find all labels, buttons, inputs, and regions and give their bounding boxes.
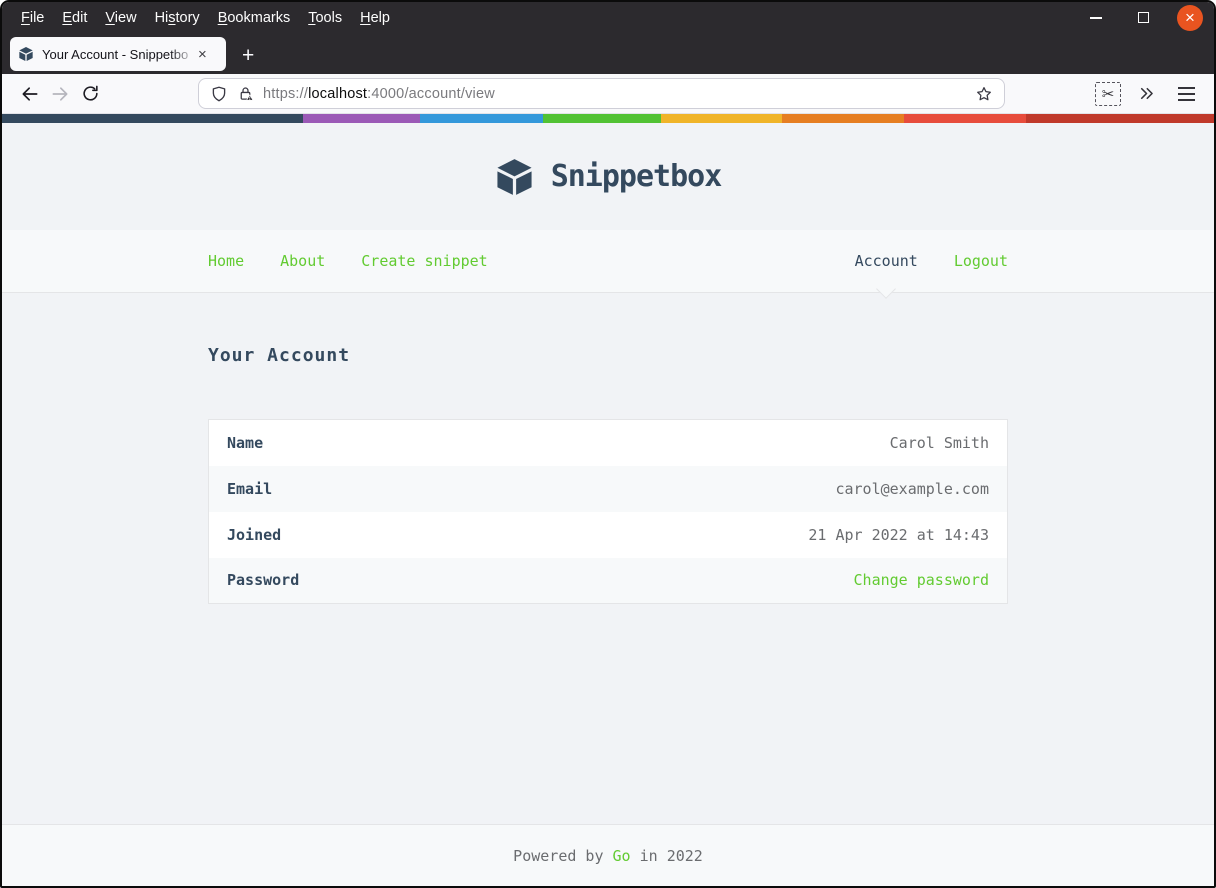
site-footer: Powered by Go in 2022 bbox=[2, 824, 1214, 886]
back-icon bbox=[22, 86, 38, 101]
close-icon: × bbox=[1185, 8, 1195, 27]
minimize-button[interactable] bbox=[1083, 5, 1109, 31]
table-row-joined: Joined 21 Apr 2022 at 14:43 bbox=[209, 512, 1008, 558]
menu-history[interactable]: History bbox=[146, 7, 209, 29]
screenshot-extension-button[interactable]: ✂ bbox=[1095, 81, 1121, 106]
rainbow-segment bbox=[419, 114, 544, 123]
navigation-toolbar: https://localhost:4000/account/view ✂ bbox=[2, 74, 1214, 114]
menu-edit[interactable]: Edit bbox=[53, 7, 96, 29]
window-controls: × bbox=[1083, 4, 1214, 31]
star-icon bbox=[977, 86, 991, 100]
maximize-button[interactable] bbox=[1130, 5, 1156, 31]
site-nav: Home About Create snippet Account Logout bbox=[2, 230, 1214, 293]
menubar: File Edit View History Bookmarks Tools H… bbox=[2, 2, 1214, 33]
row-label: Password bbox=[227, 571, 300, 590]
bookmark-star-button[interactable] bbox=[975, 85, 993, 103]
row-value: 21 Apr 2022 at 14:43 bbox=[808, 525, 989, 544]
snippetbox-logo-icon bbox=[497, 158, 532, 195]
table-row-email: Email carol@example.com bbox=[208, 465, 1008, 512]
menu-help[interactable]: Help bbox=[351, 7, 399, 29]
rainbow-segment bbox=[1025, 114, 1214, 123]
nav-link-account[interactable]: Account bbox=[855, 252, 918, 270]
rainbow-segment bbox=[660, 114, 783, 123]
tab-close-icon[interactable]: × bbox=[198, 47, 207, 62]
insecure-lock-icon[interactable] bbox=[237, 85, 254, 102]
nav-link-create-snippet[interactable]: Create snippet bbox=[361, 252, 487, 270]
rainbow-segment bbox=[904, 114, 1026, 123]
rainbow-segment bbox=[303, 114, 420, 123]
toolbar-right-cluster: ✂ bbox=[1095, 79, 1201, 109]
page-title: Your Account bbox=[208, 345, 351, 366]
minimize-icon bbox=[1090, 16, 1102, 19]
back-button[interactable] bbox=[15, 79, 45, 109]
tracking-shield-icon[interactable] bbox=[210, 85, 228, 103]
double-chevron-icon bbox=[1140, 87, 1153, 100]
nav-link-about[interactable]: About bbox=[280, 252, 325, 270]
rainbow-segment bbox=[543, 114, 661, 123]
url-text: https://localhost:4000/account/view bbox=[263, 85, 495, 102]
hamburger-icon bbox=[1177, 86, 1195, 101]
row-label: Name bbox=[227, 433, 264, 452]
change-password-link[interactable]: Change password bbox=[854, 571, 989, 589]
reload-icon bbox=[82, 85, 98, 101]
scissors-icon: ✂ bbox=[1101, 85, 1115, 103]
tab-title: Your Account - Snippetbo bbox=[42, 45, 196, 63]
menu-bookmarks[interactable]: Bookmarks bbox=[209, 7, 300, 29]
tab-your-account[interactable]: Your Account - Snippetbo × bbox=[10, 37, 226, 71]
main-content: Your Account Name Carol Smith Email caro… bbox=[208, 293, 1008, 824]
app-menu-button[interactable] bbox=[1171, 79, 1201, 109]
overflow-menu-button[interactable] bbox=[1131, 79, 1161, 109]
tab-bar: Your Account - Snippetbo × + bbox=[2, 33, 1214, 74]
reload-button[interactable] bbox=[75, 79, 105, 109]
menu-view[interactable]: View bbox=[96, 7, 145, 29]
rainbow-stripe bbox=[2, 114, 1214, 123]
snippetbox-favicon-icon bbox=[18, 46, 34, 62]
menu-file[interactable]: File bbox=[12, 7, 53, 29]
table-row-password: Password Change password bbox=[208, 557, 1008, 604]
table-row-name: Name Carol Smith bbox=[209, 420, 1008, 466]
account-table: Name Carol Smith Email carol@example.com… bbox=[208, 419, 1008, 604]
browser-window: File Edit View History Bookmarks Tools H… bbox=[0, 0, 1216, 888]
row-value: carol@example.com bbox=[835, 479, 989, 498]
rainbow-segment bbox=[2, 114, 303, 123]
row-value: Carol Smith bbox=[889, 433, 989, 452]
page-content: Snippetbox Home About Create snippet Acc… bbox=[2, 123, 1214, 886]
menu-tools[interactable]: Tools bbox=[299, 7, 351, 29]
rainbow-segment bbox=[782, 114, 904, 123]
close-button[interactable]: × bbox=[1177, 4, 1203, 31]
forward-icon bbox=[52, 86, 68, 101]
maximize-icon bbox=[1137, 12, 1149, 23]
nav-link-home[interactable]: Home bbox=[208, 252, 244, 270]
row-label: Email bbox=[227, 479, 273, 498]
url-bar[interactable]: https://localhost:4000/account/view bbox=[198, 78, 1005, 109]
go-link[interactable]: Go bbox=[613, 847, 631, 865]
row-label: Joined bbox=[227, 525, 282, 544]
forward-button[interactable] bbox=[45, 79, 75, 109]
brand-title[interactable]: Snippetbox bbox=[551, 159, 723, 194]
nav-link-logout[interactable]: Logout bbox=[954, 252, 1008, 270]
new-tab-button[interactable]: + bbox=[242, 45, 254, 66]
site-header: Snippetbox bbox=[2, 123, 1214, 230]
